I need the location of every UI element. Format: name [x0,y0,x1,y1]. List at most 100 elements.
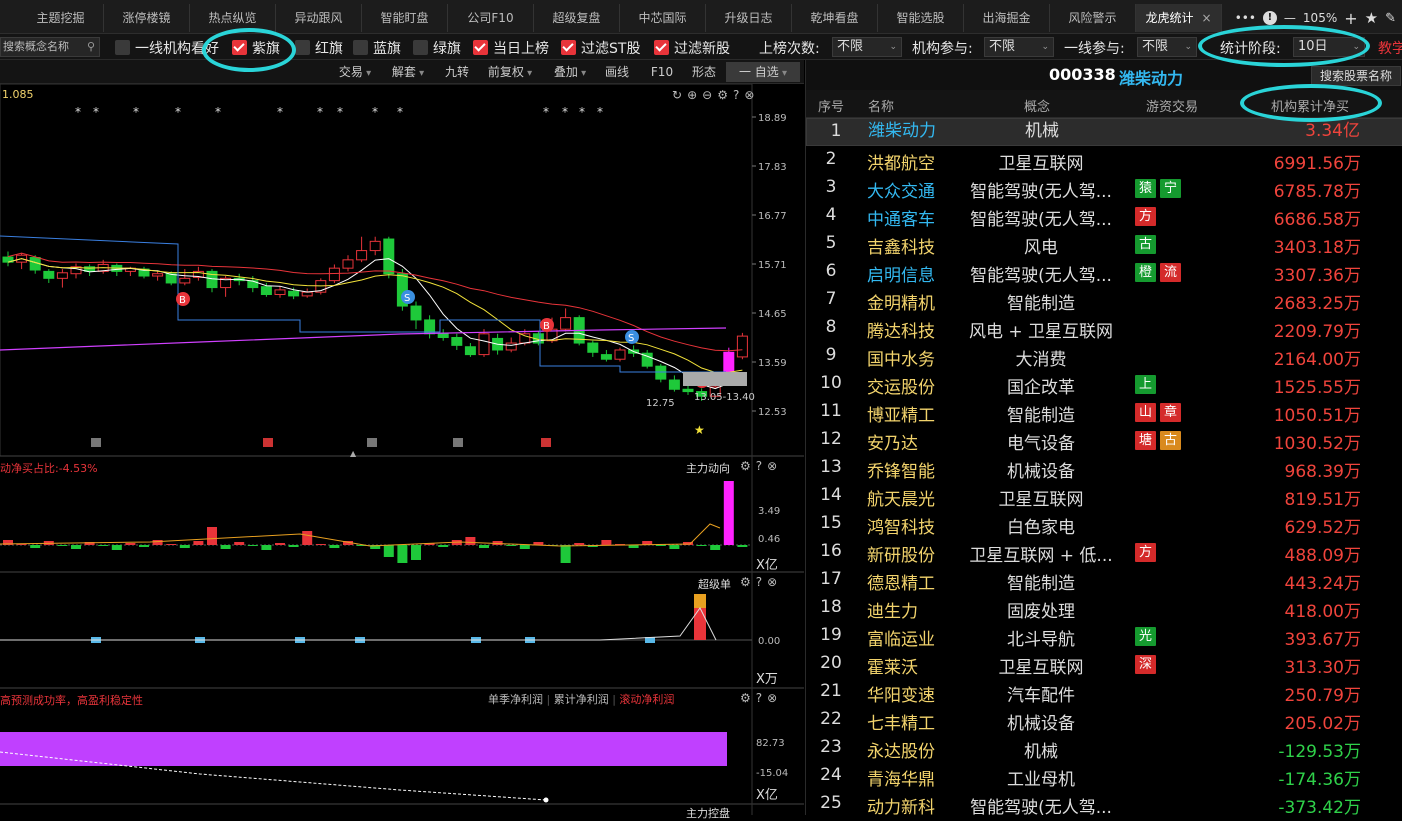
legend-rolling-profit[interactable]: 滚动净利润 [619,693,674,706]
stock-name-cell[interactable]: 动力新科 [867,793,935,818]
stock-name-cell[interactable]: 乔锋智能 [867,457,935,482]
select-1[interactable]: 不限 ⌄ [984,37,1054,57]
trader-badge[interactable]: 橙 [1135,263,1156,282]
tab-12[interactable]: 风险警示 [1050,4,1136,32]
stock-name-cell[interactable]: 腾达科技 [867,317,935,342]
legend-quarterly-profit[interactable]: 单季净利润 [488,693,543,706]
tab-5[interactable]: 公司F10 [448,4,534,32]
trader-badge[interactable]: 深 [1135,655,1156,674]
checkbox-label-2[interactable]: 红旗 [315,38,343,58]
table-row[interactable]: 16 新研股份 卫星互联网 + 低... 方 488.09万 [806,538,1402,566]
tab-13[interactable]: 龙虎统计 × [1136,4,1222,32]
tab-10[interactable]: 智能选股 [878,4,964,32]
table-row[interactable]: 24 青海华鼎 工业母机 -174.36万 [806,762,1402,790]
stock-name-cell[interactable]: 霍莱沃 [867,653,918,678]
stock-name-cell[interactable]: 洪都航空 [867,149,935,174]
table-row[interactable]: 9 国中水务 大消费 2164.00万 [806,342,1402,370]
table-row[interactable]: 13 乔锋智能 机械设备 968.39万 [806,454,1402,482]
close-icon[interactable]: ⊗ [744,88,759,102]
close-icon[interactable]: × [1201,11,1211,25]
teach-link[interactable]: 教学 [1378,38,1402,58]
stock-name-cell[interactable]: 迪生力 [867,597,918,622]
checkbox-0[interactable] [115,40,130,55]
checkbox-4[interactable] [413,40,428,55]
stock-name-cell[interactable]: 新研股份 [867,541,935,566]
table-row[interactable]: 25 动力新科 智能驾驶(无人驾... -373.42万 [806,790,1402,818]
settings-icon[interactable]: ⚙ [717,88,733,102]
search-stock-button[interactable]: 搜索股票名称 [1311,66,1401,86]
table-row[interactable]: 4 中通客车 智能驾驶(无人驾... 方 6686.58万 [806,202,1402,230]
column-header-0[interactable]: 序号 [818,96,844,115]
table-row[interactable]: 6 启明信息 智能驾驶(无人驾... 橙流 3307.36万 [806,258,1402,286]
table-row[interactable]: 11 博亚精工 智能制造 山章 1050.51万 [806,398,1402,426]
stock-name-cell[interactable]: 启明信息 [867,261,935,286]
checkbox-6[interactable] [561,40,576,55]
trader-badge[interactable]: 宁 [1160,179,1181,198]
chart-tool-0[interactable]: 交易 ▾ [330,62,380,82]
tab-1[interactable]: 涨停楼镜 [104,4,190,32]
chart-tool-2[interactable]: 九转 [438,62,476,82]
table-row[interactable]: 21 华阳变速 汽车配件 250.79万 [806,678,1402,706]
chart-tool-8[interactable]: 一 自选 ▾ [726,62,800,82]
trader-badge[interactable]: 方 [1135,207,1156,226]
stock-name-cell[interactable]: 交运股份 [867,373,935,398]
checkbox-2[interactable] [295,40,310,55]
legend-cumulative-profit[interactable]: 累计净利润 [554,693,609,706]
zoom-out-icon[interactable]: — [1284,11,1296,25]
trader-badge[interactable]: 古 [1135,235,1156,254]
checkbox-label-5[interactable]: 当日上榜 [493,38,549,58]
chart-tool-7[interactable]: 形态 [685,62,723,82]
trader-badge[interactable]: 光 [1135,627,1156,646]
table-row[interactable]: 7 金明精机 智能制造 2683.25万 [806,286,1402,314]
panel3-controls[interactable]: ⚙?⊗ [740,575,782,589]
chart-tool-6[interactable]: F10 [645,62,679,82]
star-icon[interactable]: ★ [1365,9,1378,27]
concept-search-input[interactable]: 搜索概念名称 ⚲ [0,37,100,57]
table-row[interactable]: 18 迪生力 固废处理 418.00万 [806,594,1402,622]
tab-3[interactable]: 异动跟风 [276,4,362,32]
stock-name-cell[interactable]: 安乃达 [867,429,918,454]
stock-name-cell[interactable]: 中通客车 [867,205,935,230]
table-row[interactable]: 2 洪都航空 卫星互联网 6991.56万 [806,146,1402,174]
table-row[interactable]: 8 腾达科技 风电 + 卫星互联网 2209.79万 [806,314,1402,342]
trader-badge[interactable]: 山 [1135,403,1156,422]
chart-tool-3[interactable]: 前复权 ▾ [480,62,540,82]
chart-tool-1[interactable]: 解套 ▾ [383,62,433,82]
trader-badge[interactable]: 流 [1160,263,1181,282]
trader-badge[interactable]: 上 [1135,375,1156,394]
checkbox-label-6[interactable]: 过滤ST股 [581,38,640,58]
stock-name-cell[interactable]: 德恩精工 [867,569,935,594]
add-icon[interactable]: ⊕ [687,88,702,102]
table-row[interactable]: 17 德恩精工 智能制造 443.24万 [806,566,1402,594]
stock-name-cell[interactable]: 鸿智科技 [867,513,935,538]
table-row[interactable]: 3 大众交通 智能驾驶(无人驾... 猿宁 6785.78万 [806,174,1402,202]
stock-name-cell[interactable]: 永达股份 [867,737,935,762]
table-row[interactable]: 15 鸿智科技 白色家电 629.52万 [806,510,1402,538]
table-row[interactable]: 19 富临运业 北斗导航 光 393.67万 [806,622,1402,650]
select-0[interactable]: 不限 ⌄ [832,37,902,57]
tab-0[interactable]: 主题挖掘 [18,4,104,32]
table-row[interactable]: 20 霍莱沃 卫星互联网 深 313.30万 [806,650,1402,678]
panel2-controls[interactable]: ⚙?⊗ [740,459,782,473]
column-header-3[interactable]: 游资交易 [1146,96,1198,115]
panel4-controls[interactable]: ⚙?⊗ [740,691,782,705]
column-header-1[interactable]: 名称 [868,96,894,115]
chart-tool-4[interactable]: 叠加 ▾ [546,62,594,82]
select-2[interactable]: 不限 ⌄ [1137,37,1197,57]
zoom-in-icon[interactable]: + [1344,9,1357,28]
stock-name-cell[interactable]: 博亚精工 [867,401,935,426]
checkbox-label-3[interactable]: 蓝旗 [373,38,401,58]
table-row[interactable]: 1 潍柴动力 机械 3.34亿 [806,118,1402,146]
stock-name-cell[interactable]: 大众交通 [867,177,935,202]
checkbox-3[interactable] [353,40,368,55]
table-row[interactable]: 14 航天晨光 卫星互联网 819.51万 [806,482,1402,510]
tab-9[interactable]: 乾坤看盘 [792,4,878,32]
stock-name-cell[interactable]: 金明精机 [867,289,935,314]
tab-2[interactable]: 热点纵览 [190,4,276,32]
tab-4[interactable]: 智能盯盘 [362,4,448,32]
edit-icon[interactable]: ✎ [1385,11,1396,26]
trader-badge[interactable]: 章 [1160,403,1181,422]
tab-11[interactable]: 出海掘金 [964,4,1050,32]
trader-badge[interactable]: 古 [1160,431,1181,450]
checkbox-label-7[interactable]: 过滤新股 [674,38,730,58]
